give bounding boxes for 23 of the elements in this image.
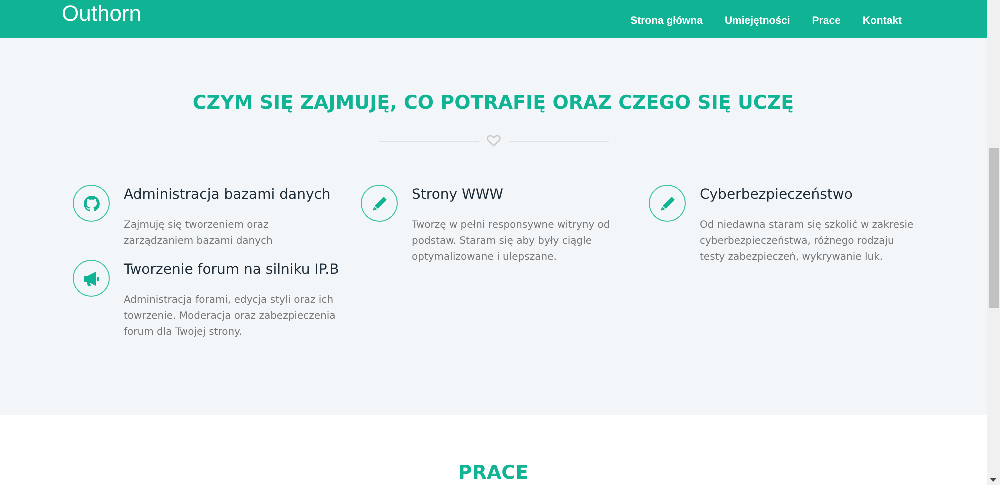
skill-description: Administracja forami, edycja styli oraz ich towrzenie. Moderacja oraz zabezpieczenia forum dla Twojej strony.: [124, 294, 337, 340]
scroll-down-icon[interactable]: [990, 478, 997, 482]
scrollbar[interactable]: [987, 0, 1000, 485]
skill-description: Zajmuję się tworzeniem oraz zarządzaniem bazami danych: [124, 219, 274, 249]
section-heading: CZYM SIĘ ZAJMUJĘ, CO POTRAFIĘ ORAZ CZEGO SIĘ UCZĘ: [192, 91, 796, 116]
nav-link[interactable]: Umiejętności: [724, 15, 790, 27]
scrollbar-thumb[interactable]: [988, 148, 998, 308]
heart-icon: [486, 135, 500, 147]
nav-link[interactable]: Prace: [812, 15, 841, 27]
skill-title: Administracja bazami danych: [124, 186, 332, 204]
megaphone-icon: [82, 270, 100, 286]
skill-description: Tworzę w pełni responsywne witryny od podstaw. Staram się aby były ciągle optymalizowane i ulepszane.: [412, 219, 612, 265]
nav-link[interactable]: Strona główna: [630, 15, 703, 27]
github-icon: [84, 196, 100, 212]
skill-title: Strony WWW: [412, 186, 505, 204]
pencil-icon: [372, 196, 388, 212]
nav-link[interactable]: Kontakt: [862, 15, 902, 27]
pencil-icon: [660, 196, 676, 212]
skill-description: Od niedawna staram się szkolić w zakresie cyberbezpieczeństwa, różnego rodzaju testy zabezpieczeń, wykrywanie luk.: [700, 219, 915, 265]
skill-title: Tworzenie forum na silniku IP.B: [124, 261, 340, 279]
section-heading: PRACE: [457, 463, 530, 483]
brand-logo[interactable]: Outhorn: [62, 0, 142, 28]
skill-title: Cyberbezpieczeństwo: [700, 186, 854, 204]
